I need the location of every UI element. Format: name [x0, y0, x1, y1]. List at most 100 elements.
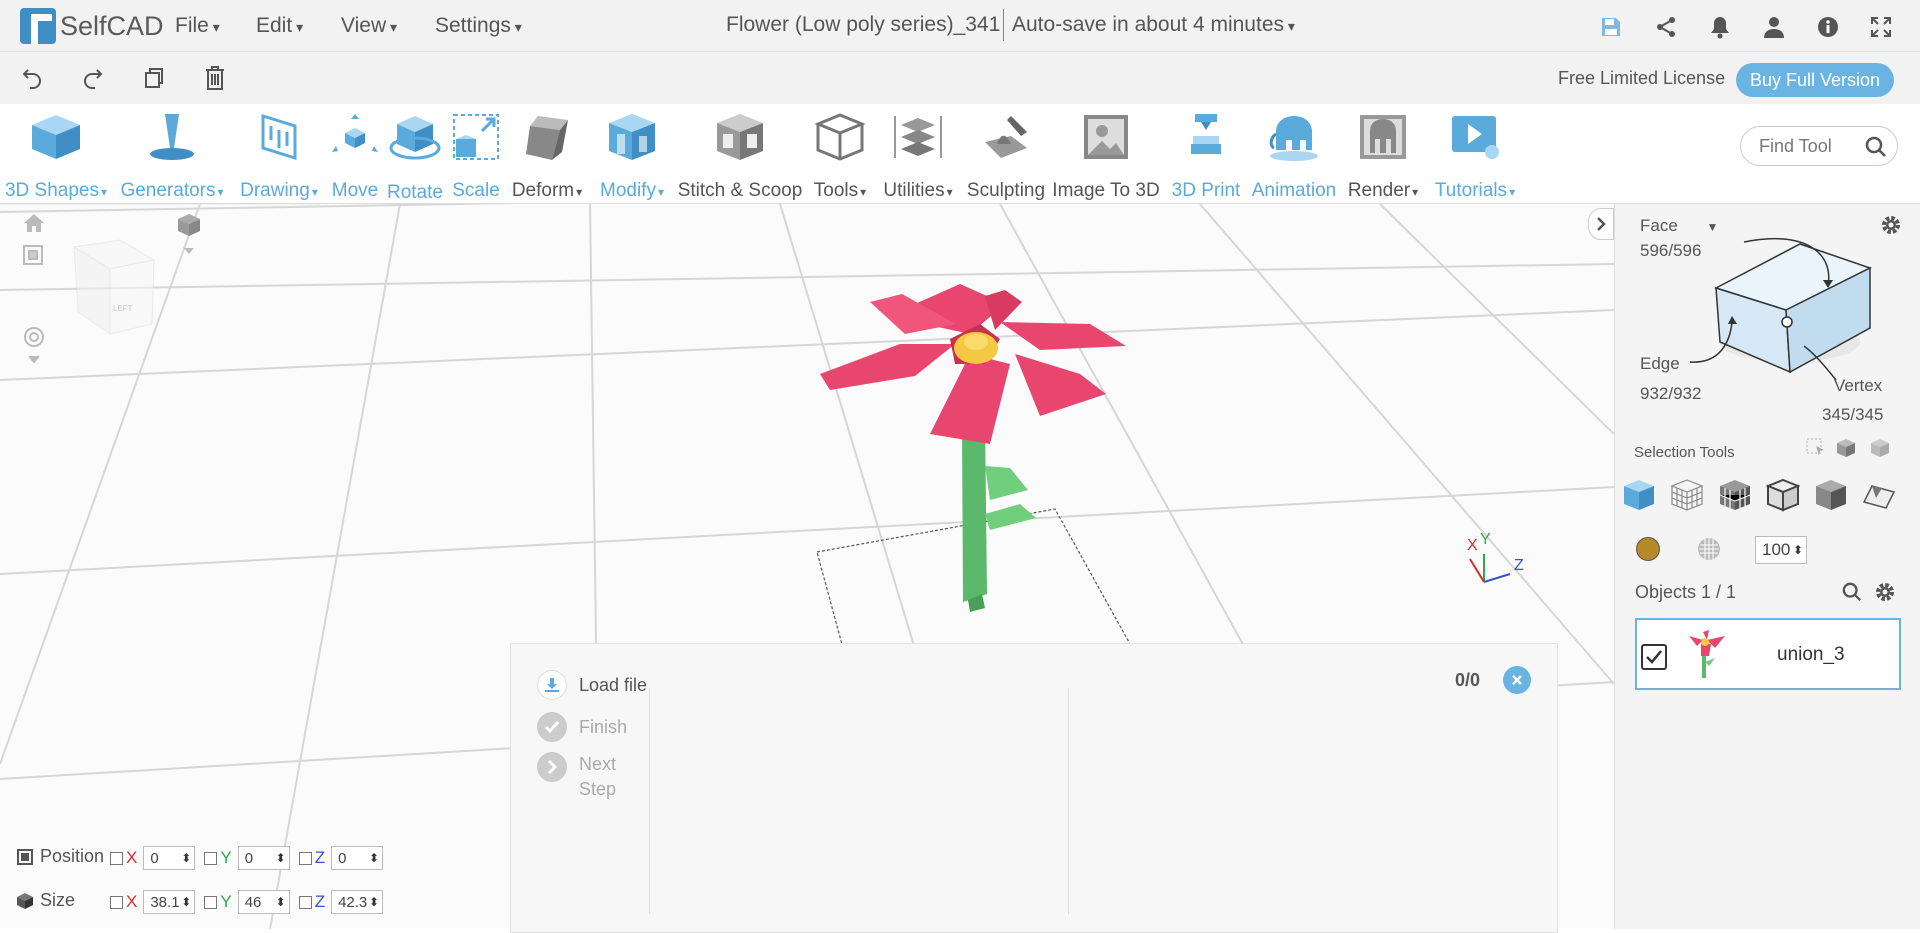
tool-label: Tutorials — [1435, 180, 1515, 202]
tool-tools[interactable]: Tools — [806, 112, 874, 202]
position-inputs: X 0 Y 0 Z 0 — [110, 846, 384, 870]
lock-x-checkbox[interactable] — [110, 851, 123, 865]
finish-step[interactable]: Finish — [537, 712, 627, 742]
lock-z-checkbox[interactable] — [298, 851, 312, 865]
view-cube: LEFT — [72, 239, 156, 335]
cursor-select-icon[interactable] — [1806, 438, 1826, 463]
trash-icon[interactable] — [201, 64, 229, 92]
object-list-item[interactable]: union_3 — [1635, 618, 1901, 690]
value: 42.3 — [338, 893, 368, 911]
frame-view-icon[interactable] — [22, 244, 44, 271]
gear-icon[interactable] — [1880, 214, 1902, 241]
menu-view[interactable]: View — [341, 14, 397, 38]
tool-utilities[interactable]: Utilities — [876, 112, 960, 202]
tool-3d-shapes[interactable]: 3D Shapes — [4, 112, 108, 202]
perspective-cube-icon[interactable] — [176, 212, 202, 261]
close-icon — [1512, 675, 1522, 685]
tool-modify[interactable]: Modify — [594, 112, 670, 202]
size-inputs: X 38.1 Y 46 Z 42.3 — [110, 890, 384, 914]
solid-select-icon[interactable] — [1836, 438, 1856, 463]
save-icon[interactable] — [1598, 14, 1624, 40]
tool-scale[interactable]: Scale — [448, 112, 504, 202]
position-z-input[interactable]: 0 — [331, 846, 384, 870]
size-z-input[interactable]: 42.3 — [331, 890, 384, 914]
texture-icon[interactable] — [1696, 536, 1722, 567]
lock-y-checkbox[interactable] — [204, 851, 218, 865]
tool-tutorials[interactable]: Tutorials — [1430, 112, 1520, 202]
tool-sculpting[interactable]: Sculpting — [962, 112, 1050, 202]
tool-rotate[interactable]: Rotate — [382, 112, 448, 203]
app-logo[interactable]: SelfCAD — [20, 6, 164, 46]
position-y-input[interactable]: 0 — [237, 846, 290, 870]
orbit-icon[interactable] — [22, 326, 46, 369]
bell-icon[interactable] — [1707, 14, 1733, 40]
tool-label: Rotate — [387, 182, 443, 203]
chevron-right-icon — [1597, 217, 1606, 231]
tool-label: Sculpting — [966, 180, 1046, 201]
tool-label: Utilities — [883, 180, 952, 202]
search-icon[interactable] — [1865, 136, 1887, 163]
tool-move[interactable]: Move — [327, 112, 383, 202]
position-x-input[interactable]: 0 — [143, 846, 196, 870]
select-faces-icon[interactable] — [1718, 478, 1752, 517]
axis-y-label: Y — [220, 848, 232, 867]
redo-icon[interactable] — [79, 64, 107, 92]
find-tool-placeholder: Find Tool — [1759, 135, 1832, 156]
tool-stitch-scoop[interactable]: Stitch & Scoop — [676, 112, 804, 202]
select-object-icon[interactable] — [1622, 478, 1656, 517]
color-swatch[interactable] — [1636, 537, 1660, 561]
undo-icon[interactable] — [18, 64, 46, 92]
rotate-icon — [389, 112, 441, 164]
select-vertices-icon[interactable] — [1814, 478, 1848, 517]
tool-drawing[interactable]: Drawing — [236, 112, 322, 202]
lock-z-checkbox[interactable] — [298, 895, 312, 909]
user-icon[interactable] — [1761, 14, 1787, 40]
tool-label: Image To 3D — [1052, 180, 1160, 201]
select-mesh-icon[interactable] — [1670, 478, 1704, 517]
tool-label: 3D Print — [1171, 180, 1241, 201]
load-file-step[interactable]: Load file — [537, 670, 647, 700]
home-view-icon[interactable] — [22, 212, 46, 239]
info-icon[interactable] — [1815, 14, 1841, 40]
close-panel-button[interactable] — [1503, 666, 1531, 694]
copy-icon[interactable] — [140, 64, 168, 92]
select-edges-icon[interactable] — [1765, 478, 1801, 517]
tool-deform[interactable]: Deform — [507, 112, 587, 202]
object-visibility-checkbox[interactable] — [1641, 644, 1667, 670]
tool-render[interactable]: Render — [1343, 112, 1423, 202]
selection-cube-diagram — [1660, 212, 1880, 387]
tool-image-to-3d[interactable]: Image To 3D — [1052, 112, 1160, 202]
title-divider — [1003, 9, 1004, 41]
lock-x-checkbox[interactable] — [110, 895, 123, 909]
collapse-panel-button[interactable] — [1588, 208, 1614, 240]
menu-edit[interactable]: Edit — [256, 14, 303, 38]
wire-select-icon[interactable] — [1870, 438, 1890, 463]
svg-text:X: X — [1467, 537, 1478, 554]
size-y-input[interactable]: 46 — [237, 890, 290, 914]
find-tool-input[interactable]: Find Tool — [1740, 126, 1898, 166]
next-step[interactable]: Next Step — [537, 752, 616, 802]
buy-full-version-button[interactable]: Buy Full Version — [1736, 63, 1894, 97]
axis-y-label: Y — [220, 892, 232, 911]
menu-file[interactable]: File — [175, 14, 220, 38]
tool-label: Modify — [600, 180, 664, 202]
autosave-status[interactable]: Auto-save in about 4 minutes — [1012, 13, 1295, 37]
select-plane-icon[interactable] — [1862, 478, 1896, 517]
axis-x-label: X — [126, 892, 138, 911]
menu-settings[interactable]: Settings — [435, 14, 522, 38]
objects-settings-icon[interactable] — [1874, 581, 1896, 608]
search-objects-icon[interactable] — [1842, 582, 1862, 607]
fullscreen-icon[interactable] — [1868, 14, 1894, 40]
scale-icon — [450, 112, 502, 162]
edge-label: Edge — [1640, 354, 1680, 373]
tutorials-icon — [1449, 112, 1501, 162]
document-title[interactable]: Flower (Low poly series)_341 — [726, 13, 1000, 37]
tool-generators[interactable]: Generators — [117, 112, 227, 202]
share-icon[interactable] — [1653, 14, 1679, 40]
opacity-stepper[interactable]: 100 — [1755, 536, 1807, 564]
tool-3d-print[interactable]: 3D Print — [1163, 112, 1249, 202]
vertex-count: 345/345 — [1822, 405, 1884, 424]
lock-y-checkbox[interactable] — [204, 895, 218, 909]
size-x-input[interactable]: 38.1 — [143, 890, 196, 914]
tool-animation[interactable]: Animation — [1249, 112, 1339, 202]
